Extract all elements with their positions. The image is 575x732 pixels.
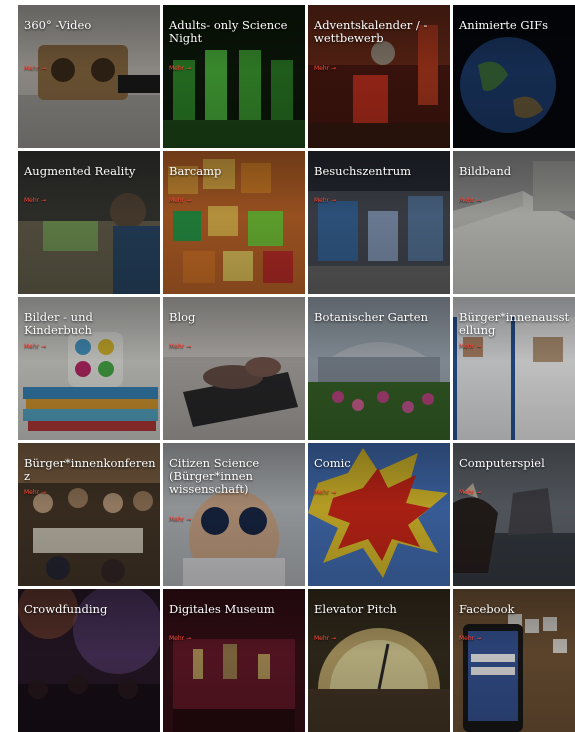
more-link[interactable]: Mehr → xyxy=(169,343,191,350)
tile-title: Adults- only Science Night xyxy=(169,18,288,45)
tile-title: Citizen Science (Bürger*innen wissenscha… xyxy=(169,456,260,496)
tile-adults-only-science-night[interactable]: Adults- only Science Night Mehr → xyxy=(163,5,305,148)
more-link[interactable]: Mehr → xyxy=(314,635,336,642)
tile-elevator-pitch[interactable]: Elevator Pitch Mehr → xyxy=(308,589,450,732)
more-link[interactable]: Mehr → xyxy=(314,489,336,496)
more-link[interactable]: Mehr → xyxy=(169,65,191,72)
tile-crowdfunding[interactable]: Crowdfunding xyxy=(18,589,160,732)
tile-title: Bürger*innenkonferenz xyxy=(24,456,156,483)
tile-blog[interactable]: Blog Mehr → xyxy=(163,297,305,440)
tile-augmented-reality[interactable]: Augmented Reality Mehr → xyxy=(18,151,160,294)
tile-title: Comic xyxy=(314,456,351,470)
tile-title: Facebook xyxy=(459,602,515,616)
tile-title: Augmented Reality xyxy=(24,164,136,178)
more-link[interactable]: Mehr → xyxy=(169,516,191,523)
more-link[interactable]: Mehr → xyxy=(459,197,481,204)
tile-title: Animierte GIFs xyxy=(459,18,548,32)
tile-besuchszentrum[interactable]: Besuchszentrum Mehr → xyxy=(308,151,450,294)
more-link[interactable]: Mehr → xyxy=(459,489,481,496)
tile-360-video[interactable]: 360° -Video Mehr → xyxy=(18,5,160,148)
tile-title: Computerspiel xyxy=(459,456,545,470)
tile-computerspiel[interactable]: Computerspiel Mehr → xyxy=(453,443,575,586)
tile-animierte-gifs[interactable]: Animierte GIFs xyxy=(453,5,575,148)
more-link[interactable]: Mehr → xyxy=(169,197,191,204)
tile-title: Barcamp xyxy=(169,164,222,178)
tile-comic[interactable]: Comic Mehr → xyxy=(308,443,450,586)
tile-title: Botanischer Garten xyxy=(314,310,429,324)
tile-title: Elevator Pitch xyxy=(314,602,397,616)
tile-citizen-science[interactable]: Citizen Science (Bürger*innen wissenscha… xyxy=(163,443,305,586)
tile-title: Adventskalender / -wettbewerb xyxy=(314,18,428,45)
more-link[interactable]: Mehr → xyxy=(24,65,46,72)
more-link[interactable]: Mehr → xyxy=(24,489,46,496)
tile-barcamp[interactable]: Barcamp Mehr → xyxy=(163,151,305,294)
tile-buerger-innenkonferenz[interactable]: Bürger*innenkonferenz Mehr → xyxy=(18,443,160,586)
more-link[interactable]: Mehr → xyxy=(169,635,191,642)
tile-bildband[interactable]: Bildband Mehr → xyxy=(453,151,575,294)
tile-title: Besuchszentrum xyxy=(314,164,412,178)
more-link[interactable]: Mehr → xyxy=(24,343,46,350)
more-link[interactable]: Mehr → xyxy=(314,197,336,204)
tile-digitales-museum[interactable]: Digitales Museum Mehr → xyxy=(163,589,305,732)
more-link[interactable]: Mehr → xyxy=(459,635,481,642)
tile-title: Crowdfunding xyxy=(24,602,108,616)
format-grid: 360° -Video Mehr → Adults- only Science … xyxy=(18,5,575,732)
tile-title: 360° -Video xyxy=(24,18,92,32)
tile-title: Bilder - und Kinderbuch xyxy=(24,310,93,337)
tile-title: Bürger*innenausstellung xyxy=(459,310,570,337)
tile-facebook[interactable]: Facebook Mehr → xyxy=(453,589,575,732)
tile-adventskalender[interactable]: Adventskalender / -wettbewerb Mehr → xyxy=(308,5,450,148)
tile-buerger-innenausstellung[interactable]: Bürger*innenausstellung Mehr → xyxy=(453,297,575,440)
more-link[interactable]: Mehr → xyxy=(314,65,336,72)
tile-title: Digitales Museum xyxy=(169,602,275,616)
more-link[interactable]: Mehr → xyxy=(24,197,46,204)
tile-title: Blog xyxy=(169,310,196,324)
more-link[interactable]: Mehr → xyxy=(459,343,481,350)
tile-title: Bildband xyxy=(459,164,512,178)
tile-botanischer-garten[interactable]: Botanischer Garten xyxy=(308,297,450,440)
tile-bilder-kinderbuch[interactable]: Bilder - und Kinderbuch Mehr → xyxy=(18,297,160,440)
